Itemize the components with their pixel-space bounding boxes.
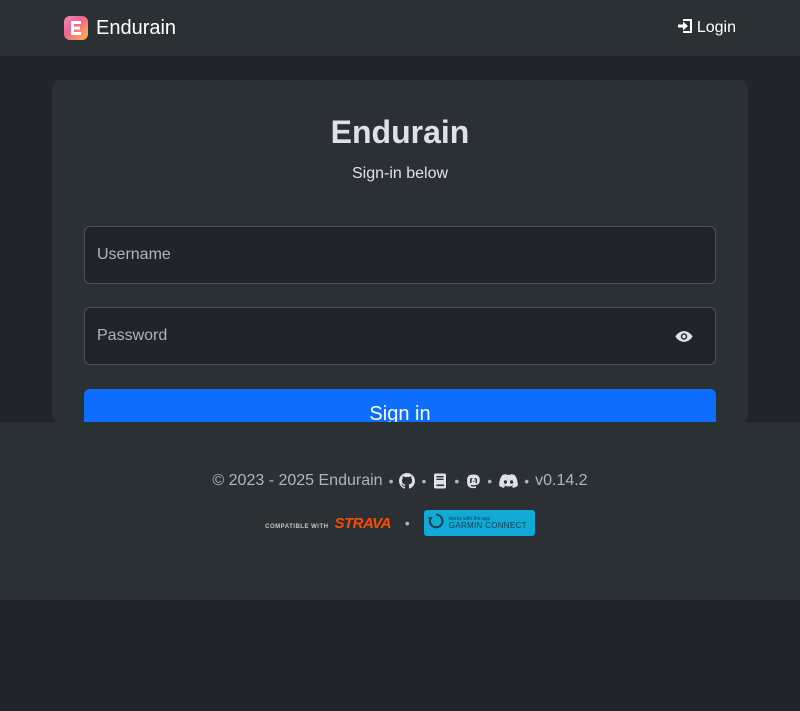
nav-login-link[interactable]: Login [677,18,736,39]
login-icon [677,18,693,39]
separator: • [487,473,493,489]
separator: • [404,515,410,531]
copyright-text: © 2023 - 2025 Endurain [212,472,383,489]
github-icon[interactable] [399,473,416,489]
strava-badge[interactable]: COMPATIBLE WITH STRAVA [265,515,391,532]
version-text: v0.14.2 [535,472,588,489]
login-subtitle: Sign-in below [351,165,449,182]
sign-in-button[interactable]: Sign in [84,389,716,422]
username-placeholder: Username [97,246,171,263]
top-navbar: Endurain Login [0,0,800,56]
integration-badges: COMPATIBLE WITH STRAVA • works with the … [0,510,800,536]
separator: • [388,473,394,489]
garmin-connect-icon [427,512,445,535]
book-icon[interactable] [432,473,448,489]
mastodon-icon[interactable] [465,473,481,489]
brand-link[interactable]: Endurain [64,16,176,40]
password-field[interactable]: Password [84,307,716,365]
brand-logo-icon [64,16,88,40]
username-field[interactable]: Username [84,226,716,284]
eye-icon[interactable] [673,325,695,347]
login-title: Endurain [330,114,470,150]
garmin-connect-badge[interactable]: works with the app GARMIN CONNECT [423,510,535,536]
footer: © 2023 - 2025 Endurain • • • • • v0.14.2… [0,422,800,600]
discord-icon[interactable] [498,473,518,489]
password-placeholder: Password [97,327,168,344]
login-card: Endurain Sign-in below Username Password… [52,80,748,422]
garmin-connect-text: GARMIN CONNECT [448,520,527,530]
brand-name: Endurain [96,16,177,39]
separator: • [421,473,427,489]
strava-logo-text: STRAVA [334,514,391,532]
separator: • [524,473,530,489]
footer-line: © 2023 - 2025 Endurain • • • • • v0.14.2 [0,472,800,490]
strava-compatible-text: COMPATIBLE WITH [265,523,329,530]
nav-login-label: Login [696,19,736,36]
separator: • [454,473,460,489]
